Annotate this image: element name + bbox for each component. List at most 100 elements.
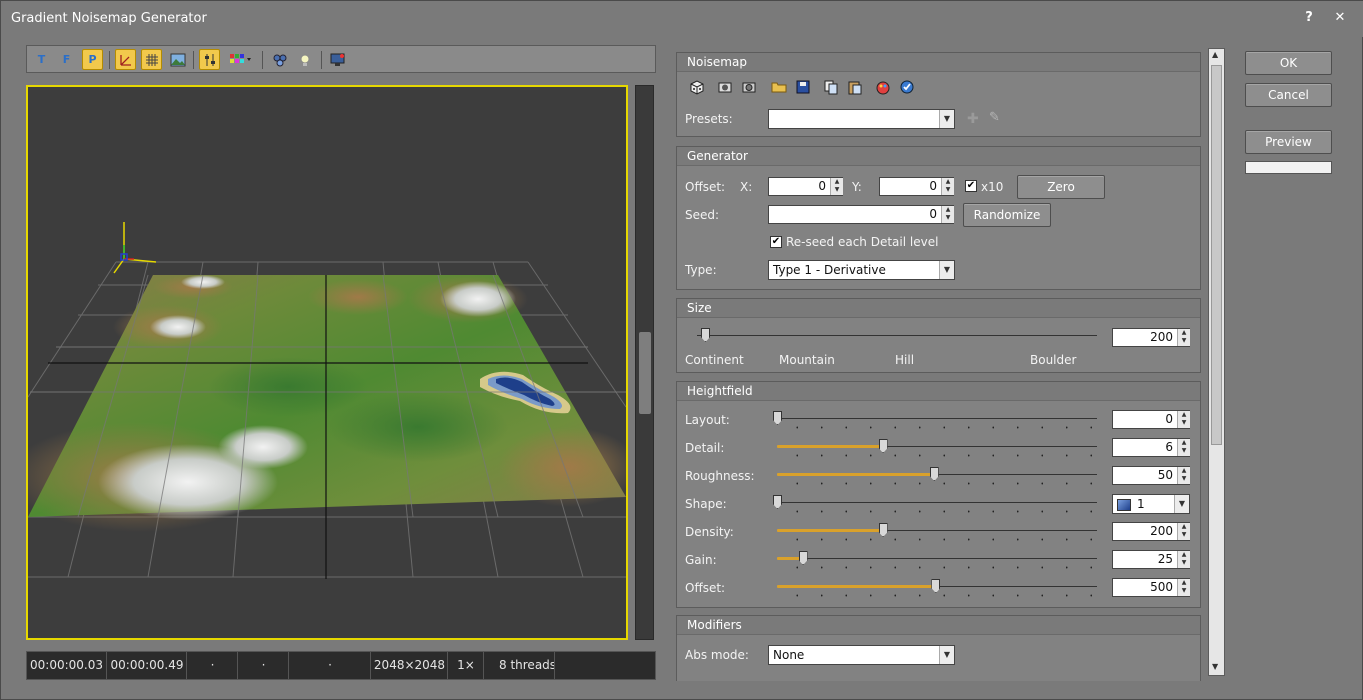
- seed-input[interactable]: 0 ▲ ▼: [768, 205, 954, 224]
- heightfield-label: Roughness:: [685, 469, 755, 483]
- heightfield-slider-track[interactable]: [777, 502, 1097, 503]
- heightfield-input[interactable]: 200 ▲ ▼: [1112, 522, 1190, 541]
- image-icon[interactable]: [167, 49, 188, 70]
- offset-x-input[interactable]: 0 ▲ ▼: [768, 177, 843, 196]
- heightfield-slider-track[interactable]: [777, 418, 1097, 419]
- heightfield-input[interactable]: 50 ▲ ▼: [1112, 466, 1190, 485]
- shape-combo[interactable]: 1 ▼: [1112, 494, 1190, 514]
- save-icon[interactable]: [795, 79, 811, 98]
- toolbar-separator: [321, 51, 322, 69]
- preview-button[interactable]: Preview: [1245, 130, 1332, 154]
- paste-icon[interactable]: [847, 79, 863, 98]
- noisemap-group: Noisemap Presets: ▼ ✚ ✎: [676, 52, 1201, 137]
- modifiers-group: Modifiers Abs mode: None ▼: [676, 615, 1201, 681]
- status-render-time: 00:00:00.49: [108, 652, 187, 679]
- size-slider-track[interactable]: [697, 335, 1097, 336]
- close-button[interactable]: ✕: [1331, 9, 1349, 27]
- camera-settings-icon[interactable]: [741, 79, 757, 98]
- offset-y-input[interactable]: 0 ▲ ▼: [879, 177, 954, 196]
- abs-mode-combo[interactable]: None ▼: [768, 645, 955, 665]
- spin-arrows-icon[interactable]: ▲ ▼: [1177, 551, 1190, 568]
- copy-icon[interactable]: [823, 79, 839, 98]
- window-title: Gradient Noisemap Generator: [11, 11, 207, 26]
- viewport-toolbar: T F P: [26, 45, 656, 73]
- size-mark-boulder: Boulder: [1030, 353, 1077, 367]
- render-icon[interactable]: [269, 49, 290, 70]
- slider-ticks: [785, 594, 1097, 597]
- heightfield-slider-fill: [777, 445, 883, 448]
- dice-icon[interactable]: [689, 79, 705, 98]
- heightfield-slider-track[interactable]: [777, 558, 1097, 559]
- add-preset-icon[interactable]: ✚: [967, 111, 979, 127]
- light-icon[interactable]: [294, 49, 315, 70]
- top-view-icon[interactable]: T: [31, 49, 52, 70]
- reseed-checkbox[interactable]: ✔: [770, 236, 782, 248]
- terrain-viewport[interactable]: [26, 85, 628, 640]
- adjust-icon[interactable]: [199, 49, 220, 70]
- heightfield-slider-thumb[interactable]: [929, 467, 939, 481]
- palette-icon[interactable]: [227, 49, 255, 70]
- folder-open-icon[interactable]: [771, 79, 787, 98]
- size-mark-hill: Hill: [895, 353, 915, 367]
- cancel-button[interactable]: Cancel: [1245, 83, 1332, 107]
- spin-arrows-icon[interactable]: ▲ ▼: [1177, 523, 1190, 540]
- spin-arrows-icon[interactable]: ▲ ▼: [941, 178, 954, 195]
- panel-scrollbar[interactable]: ▲ ▼: [1208, 48, 1225, 676]
- zero-button[interactable]: Zero: [1017, 175, 1105, 199]
- slider-ticks: [785, 566, 1097, 569]
- generator-group: Generator Offset: X: 0 ▲ ▼ Y: 0 ▲ ▼ ✔ x10 …: [676, 146, 1201, 290]
- seed-value: 0: [929, 207, 937, 221]
- presets-combo[interactable]: ▼: [768, 109, 955, 129]
- heightfield-input[interactable]: 6 ▲ ▼: [1112, 438, 1190, 457]
- x10-label: x10: [981, 180, 1004, 194]
- spin-arrows-icon[interactable]: ▲ ▼: [830, 178, 843, 195]
- heightfield-input[interactable]: 0 ▲ ▼: [1112, 410, 1190, 429]
- front-view-icon[interactable]: F: [56, 49, 77, 70]
- help-button[interactable]: ?: [1300, 9, 1318, 27]
- spin-arrows-icon[interactable]: ▲ ▼: [1177, 439, 1190, 456]
- heightfield-input[interactable]: 500 ▲ ▼: [1112, 578, 1190, 597]
- spin-arrows-icon[interactable]: ▲ ▼: [941, 206, 954, 223]
- scroll-up-icon[interactable]: ▲: [1212, 50, 1218, 59]
- scrollbar-thumb[interactable]: [639, 332, 651, 414]
- palette-icon[interactable]: [875, 79, 891, 98]
- grid-icon[interactable]: [141, 49, 162, 70]
- noisemap-toolbar: [689, 79, 929, 99]
- panel-scrollbar-thumb[interactable]: [1211, 65, 1222, 445]
- heightfield-slider-thumb[interactable]: [878, 439, 888, 453]
- camera-icon[interactable]: [717, 79, 733, 98]
- offset-y-label: Y:: [852, 180, 862, 194]
- spin-arrows-icon[interactable]: ▲ ▼: [1177, 467, 1190, 484]
- group-header: Generator: [677, 147, 1200, 166]
- spin-arrows-icon[interactable]: ▲ ▼: [1177, 411, 1190, 428]
- type-combo[interactable]: Type 1 - Derivative ▼: [768, 260, 955, 280]
- group-header: Noisemap: [677, 53, 1200, 72]
- perspective-view-icon[interactable]: P: [82, 49, 103, 70]
- heightfield-slider-thumb[interactable]: [931, 579, 941, 593]
- size-slider-thumb[interactable]: [701, 328, 710, 342]
- heightfield-slider-thumb[interactable]: [798, 551, 808, 565]
- status-resolution: 2048×2048: [372, 652, 448, 679]
- viewport-zoom-scrollbar[interactable]: [635, 85, 654, 640]
- spin-arrows-icon[interactable]: ▲ ▼: [1177, 579, 1190, 596]
- axes-icon[interactable]: [115, 49, 136, 70]
- terrain-render: [28, 222, 626, 579]
- size-input[interactable]: 200 ▲ ▼: [1112, 328, 1190, 347]
- x10-checkbox[interactable]: ✔: [965, 180, 977, 192]
- spin-arrows-icon[interactable]: ▲ ▼: [1177, 329, 1190, 346]
- shape-value: 1: [1137, 497, 1145, 511]
- ok-button[interactable]: OK: [1245, 51, 1332, 75]
- scroll-down-icon[interactable]: ▼: [1212, 662, 1218, 671]
- presets-label: Presets:: [685, 112, 733, 126]
- heightfield-slider-thumb[interactable]: [773, 411, 782, 425]
- edit-preset-icon[interactable]: ✎: [989, 110, 1000, 125]
- heightfield-slider-thumb[interactable]: [878, 523, 888, 537]
- preview-progress-bar: [1245, 161, 1332, 174]
- check-icon[interactable]: [899, 79, 915, 98]
- monitor-icon[interactable]: [327, 49, 348, 70]
- heightfield-slider-thumb[interactable]: [773, 495, 782, 509]
- randomize-button[interactable]: Randomize: [963, 203, 1051, 227]
- heightfield-input[interactable]: 25 ▲ ▼: [1112, 550, 1190, 569]
- reseed-label: Re-seed each Detail level: [786, 235, 939, 249]
- heightfield-value: 6: [1165, 440, 1173, 454]
